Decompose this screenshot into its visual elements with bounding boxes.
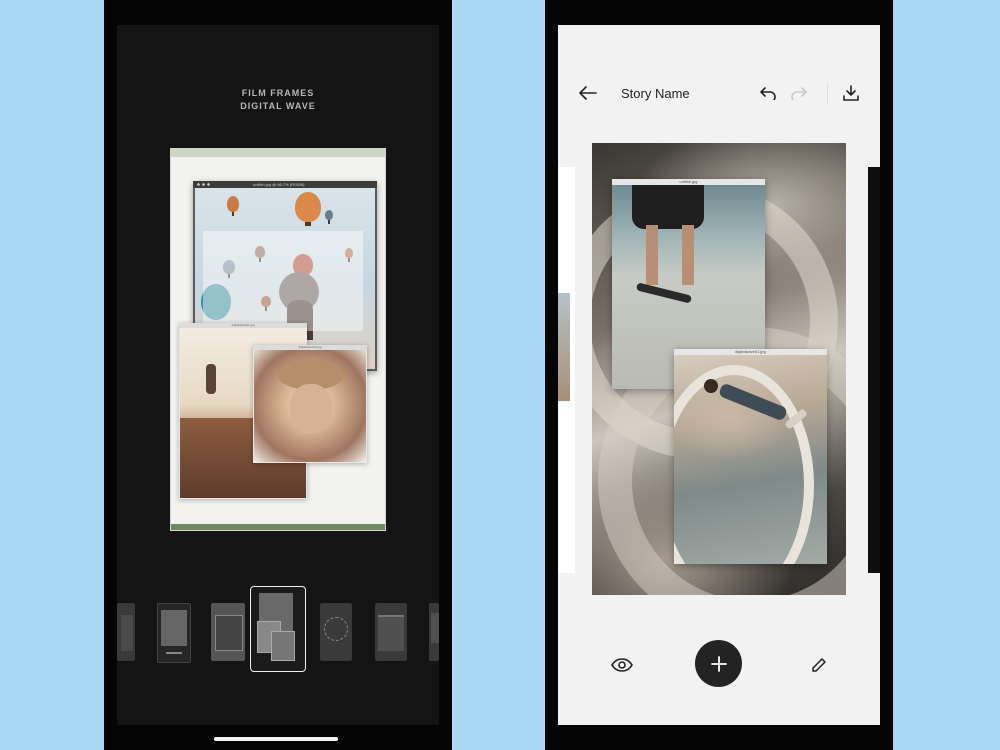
template-picker-screen: FILM FRAMES DIGITAL WAVE unifish.jpg @ 6…: [117, 25, 439, 725]
window-frame-skater-bowl[interactable]: digitalwave01.jpg: [674, 349, 827, 564]
template-thumb[interactable]: [375, 603, 407, 661]
undo-icon[interactable]: [756, 81, 780, 105]
window-frame-portrait: digitalwave02.jpg: [253, 345, 367, 463]
plus-icon: [710, 655, 727, 672]
editor-toolbar: Story Name: [558, 77, 880, 109]
template-thumb[interactable]: [157, 603, 191, 663]
window-title: unifish.jpg @ 66.7% (RGB/8): [253, 182, 305, 187]
preview-top-edge: [171, 149, 385, 157]
template-preview[interactable]: unifish.jpg @ 66.7% (RGB/8) digitalwave0…: [171, 149, 385, 530]
right-phone: Story Name unifish.jpg digitalwave01.jpg: [545, 0, 893, 750]
template-name: DIGITAL WAVE: [240, 101, 316, 111]
template-thumb[interactable]: [117, 603, 135, 661]
toolbar-divider: [827, 83, 828, 103]
add-element-button[interactable]: [695, 640, 742, 687]
story-canvas[interactable]: unifish.jpg digitalwave01.jpg: [592, 143, 846, 595]
redo-icon[interactable]: [787, 81, 811, 105]
portrait-photo: [254, 350, 366, 462]
next-page-edge[interactable]: [868, 167, 880, 573]
template-strip[interactable]: [117, 586, 439, 678]
template-collection-name: FILM FRAMES: [241, 88, 315, 98]
template-thumb[interactable]: [320, 603, 352, 661]
template-thumb[interactable]: [211, 603, 245, 661]
template-title: FILM FRAMES DIGITAL WAVE: [117, 87, 439, 113]
story-name-title[interactable]: Story Name: [621, 86, 690, 101]
jumping-woman-figure: [206, 364, 216, 394]
arrow-left-icon[interactable]: [576, 81, 600, 105]
home-indicator: [214, 737, 338, 741]
window-controls-icon: [196, 183, 210, 186]
skater-bowl-photo: [674, 355, 827, 564]
pencil-icon[interactable]: [807, 653, 831, 677]
story-editor-screen: Story Name unifish.jpg digitalwave01.jpg: [558, 25, 880, 725]
download-icon[interactable]: [839, 81, 863, 105]
preview-bottom-edge: [171, 524, 385, 530]
template-thumb-selected[interactable]: [250, 586, 306, 672]
previous-page-photo: [558, 293, 570, 401]
editor-bottom-bar: [558, 640, 880, 701]
eye-icon[interactable]: [610, 653, 634, 677]
left-phone: FILM FRAMES DIGITAL WAVE unifish.jpg @ 6…: [104, 0, 452, 750]
template-thumb[interactable]: [429, 603, 439, 661]
